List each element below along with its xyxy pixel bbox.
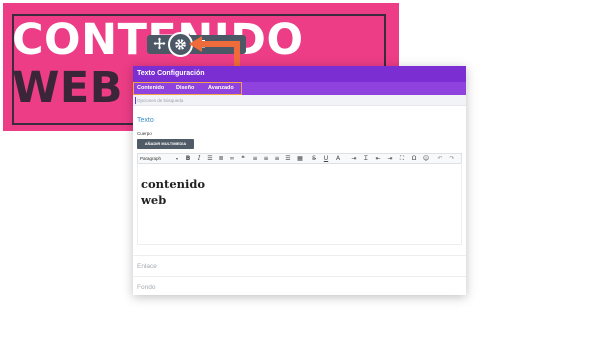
undo-icon[interactable]: ↶ xyxy=(436,155,444,163)
hero-title-line2: WEB xyxy=(12,63,124,113)
link-icon[interactable]: ∞ xyxy=(228,155,236,163)
panel-title: Texto Configuración xyxy=(133,66,466,82)
strikethrough-icon[interactable]: S̶ xyxy=(310,155,318,163)
editor-content: contenido web xyxy=(141,177,206,207)
align-left-icon[interactable]: ≡ xyxy=(251,155,259,163)
panel-tabs: Contenido Diseño Avanzado xyxy=(133,82,466,95)
link-label: Enlace xyxy=(137,263,157,270)
rich-text-editor[interactable]: contenido web xyxy=(137,165,462,245)
indent-more-icon[interactable]: ⇥ xyxy=(386,155,394,163)
italic-icon[interactable]: I xyxy=(195,155,203,163)
bullet-list-icon[interactable]: ☰ xyxy=(206,155,214,163)
settings-panel: Texto Configuración Contenido Diseño Ava… xyxy=(133,66,466,295)
move-icon[interactable] xyxy=(152,37,167,52)
bold-icon[interactable]: B xyxy=(184,155,192,163)
body-label: Cuerpo xyxy=(137,131,152,136)
add-media-button[interactable]: AÑADIR MULTIMEDIA xyxy=(137,139,194,149)
underline-icon[interactable]: U xyxy=(322,155,330,163)
background-section[interactable]: Fondo xyxy=(133,276,466,295)
text-color-icon[interactable]: A xyxy=(334,155,342,163)
outdent-icon[interactable]: ⇤ xyxy=(374,155,382,163)
link-section[interactable]: Enlace xyxy=(133,255,466,276)
numbered-list-icon[interactable]: ≣ xyxy=(217,155,225,163)
text-cursor xyxy=(135,97,136,104)
editor-toolbar: Paragraph ▾ B I ☰ ≣ ∞ ❝ ≡ ≡ ≡ ☰ ▦ S̶ U A… xyxy=(137,153,462,164)
background-label: Fondo xyxy=(137,284,156,291)
section-title[interactable]: Texto xyxy=(137,117,154,124)
search-placeholder: Opciones de búsqueda xyxy=(137,98,184,103)
special-char-icon[interactable]: Ω xyxy=(410,155,418,163)
tab-diseno[interactable]: Diseño xyxy=(176,82,194,95)
justify-icon[interactable]: ☰ xyxy=(284,155,292,163)
align-right-icon[interactable]: ≡ xyxy=(273,155,281,163)
fullscreen-icon[interactable]: ⛶ xyxy=(398,155,406,163)
tab-avanzado[interactable]: Avanzado xyxy=(208,82,234,95)
search-input[interactable]: Opciones de búsqueda xyxy=(133,95,466,106)
indent-icon[interactable]: ⇥ xyxy=(350,155,358,163)
redo-icon[interactable]: ↷ xyxy=(448,155,456,163)
format-select[interactable]: Paragraph xyxy=(140,155,161,163)
align-center-icon[interactable]: ≡ xyxy=(262,155,270,163)
page: CONTENIDO WEB Texto Configuración Conten… xyxy=(0,0,602,339)
chevron-down-icon[interactable]: ▾ xyxy=(176,155,178,163)
emoji-icon[interactable]: ☺ xyxy=(422,155,430,163)
table-icon[interactable]: ▦ xyxy=(296,155,304,163)
tab-contenido[interactable]: Contenido xyxy=(137,82,164,95)
clear-format-icon[interactable]: Ꮖ xyxy=(362,155,370,163)
quote-icon[interactable]: ❝ xyxy=(239,155,247,163)
